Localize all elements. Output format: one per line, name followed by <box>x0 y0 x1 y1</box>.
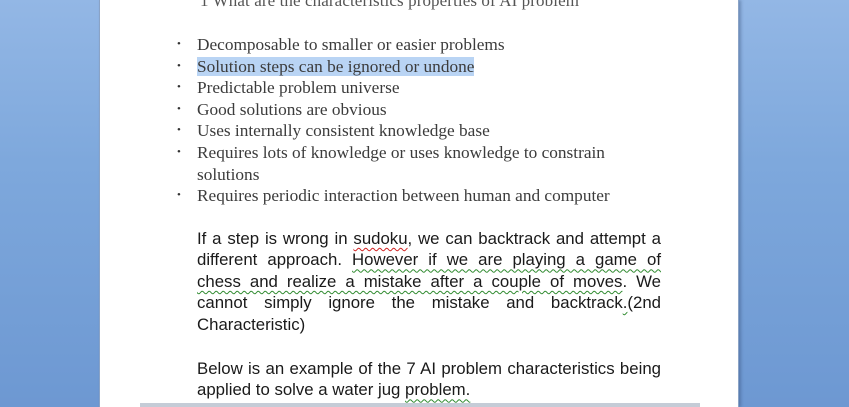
text-run: If a step is wrong in <box>197 229 354 248</box>
bullet-icon: • <box>177 124 181 137</box>
list-item[interactable]: • Solution steps can be ignored or undone <box>170 56 650 78</box>
spelling-error-word: sudoku <box>353 229 408 248</box>
list-item[interactable]: • Requires lots of knowledge or uses know… <box>170 142 650 185</box>
bullet-icon: • <box>177 189 181 202</box>
list-item[interactable]: • Predictable problem universe <box>170 77 650 99</box>
sudoku-chess-paragraph[interactable]: If a step is wrong in sudoku, we can bac… <box>197 228 661 335</box>
list-item-text: Good solutions are obvious <box>197 99 387 119</box>
bullet-icon: • <box>177 81 181 94</box>
bullet-icon: • <box>177 59 181 72</box>
water-jug-paragraph[interactable]: Below is an example of the 7 AI problem … <box>197 358 661 401</box>
section-heading: 1 What are the characteristics propertie… <box>200 0 580 10</box>
list-item[interactable]: • Good solutions are obvious <box>170 99 650 121</box>
list-item-text: Requires periodic interaction between hu… <box>197 186 610 206</box>
list-item[interactable]: • Decomposable to smaller or easier probl… <box>170 34 650 56</box>
selected-text[interactable]: Solution steps can be ignored or undone <box>197 56 475 76</box>
list-item-text: Requires lots of knowledge or uses knowl… <box>197 142 605 184</box>
list-item-text: Decomposable to smaller or easier proble… <box>197 35 505 54</box>
bullet-icon: • <box>177 145 181 158</box>
grammar-error-phrase: problem. <box>405 380 471 400</box>
list-item-text: Predictable problem universe <box>197 78 400 98</box>
characteristics-list: • Decomposable to smaller or easier probl… <box>170 34 650 207</box>
document-page[interactable]: 1 What are the characteristics propertie… <box>99 0 739 407</box>
bullet-icon: • <box>177 38 181 50</box>
list-item[interactable]: • Requires periodic interaction between h… <box>170 185 650 207</box>
bullet-icon: • <box>177 102 181 115</box>
list-item-text: Uses internally consistent knowledge bas… <box>197 121 490 141</box>
page-bottom-shadow <box>140 403 700 407</box>
list-item[interactable]: • Uses internally consistent knowledge ba… <box>170 120 650 142</box>
